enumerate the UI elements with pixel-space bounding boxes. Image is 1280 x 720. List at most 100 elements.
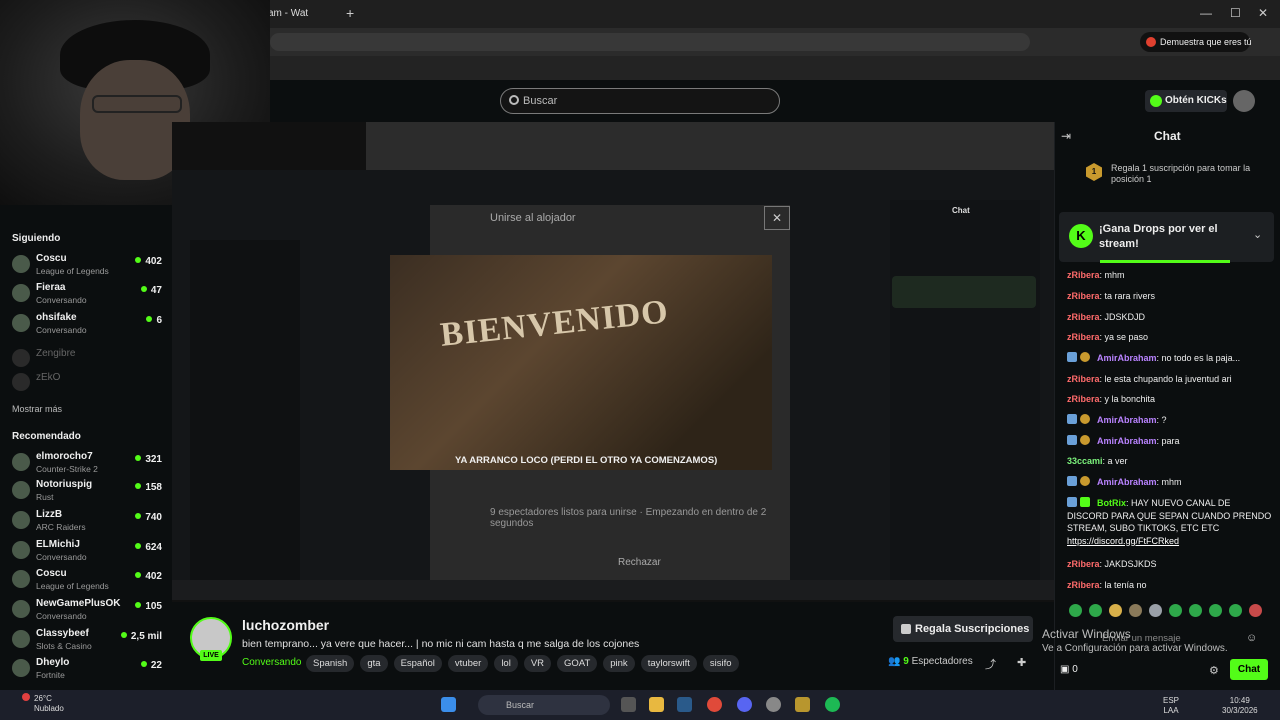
channel-name: ohsifake [36,312,77,323]
gift-subs-button[interactable]: Regala Suscripciones [893,616,1033,642]
share-icon[interactable]: ⤴ [985,656,996,672]
chat-message: zRibera: le esta chupando la juventud ar… [1067,374,1232,384]
new-tab-button[interactable]: + [346,5,354,21]
chat-message: AmirAbraham: no todo es la paja... [1067,352,1272,365]
spotify-icon[interactable] [825,697,840,712]
chat-message: zRibera: JDSKDJD [1067,312,1146,322]
viewer-count: 22 [140,660,162,671]
gift-icon [901,624,911,634]
emote-icon[interactable] [1169,604,1182,617]
emote-icon[interactable] [1109,604,1122,617]
live-dot-icon [146,316,153,322]
tag[interactable]: GOAT [557,655,598,672]
profile-button[interactable]: Demuestra que eres tú [1140,32,1252,52]
tag[interactable]: vtuber [447,655,489,672]
host-modal-close-button[interactable]: ✕ [764,206,790,230]
collapse-chat-icon[interactable]: ⇥ [1061,129,1071,143]
emote-icon[interactable] [1089,604,1102,617]
tag[interactable]: lol [494,655,518,672]
channel-points[interactable]: ▣ 0 [1060,664,1078,675]
taskbar-search[interactable]: Buscar [478,695,610,715]
tag[interactable]: VR [523,655,552,672]
avatar [12,349,30,367]
sidebar-item-fieraa[interactable]: Fieraa Conversando 47 [12,280,162,308]
file-explorer-icon[interactable] [649,697,664,712]
discord-icon[interactable] [737,697,752,712]
discord-link[interactable]: https://discord.gg/FtFCRked [1067,536,1179,546]
app-icon[interactable] [766,697,781,712]
live-dot-icon [135,483,142,489]
language-indicator[interactable]: ESP LAA [1163,696,1179,716]
video-nested-sidebar [190,240,300,580]
emote-icon[interactable] [1129,604,1142,617]
emote-icon[interactable] [1209,604,1222,617]
send-chat-button[interactable]: Chat [1230,659,1268,680]
emote-icon[interactable] [1189,604,1202,617]
minimize-button[interactable]: — [1200,6,1212,20]
search-input[interactable]: Buscar [500,88,780,114]
steam-icon[interactable] [677,697,692,712]
app-icon[interactable] [795,697,810,712]
emote-icon[interactable] [1069,604,1082,617]
clock[interactable]: 10:49 30/3/2026 [1222,696,1258,716]
emote-bar [1069,604,1262,617]
viewer-count: 402 [135,256,162,267]
windows-start-icon[interactable] [441,697,456,712]
get-kicks-button[interactable]: Obtén KICKs [1145,90,1227,112]
chat-message: zRibera: ta rara rivers [1067,291,1156,301]
sidebar-item-elmichij[interactable]: ELMichiJ Conversando 624 [12,537,162,565]
tag[interactable]: taylorswift [640,655,697,672]
sidebar-item-coscu[interactable]: Coscu League of Legends 402 [12,251,162,279]
tag[interactable]: Español [393,655,442,672]
windows-activation-subtitle: Ve a Configuración para activar Windows. [1042,643,1228,654]
sidebar-item-lizzb[interactable]: LizzB ARC Raiders 740 [12,507,162,535]
emote-icon[interactable] [1249,604,1262,617]
close-window-button[interactable]: ✕ [1258,6,1268,20]
tag[interactable]: pink [603,655,635,672]
chat-message: zRibera: ya se paso [1067,332,1149,342]
avatar [12,314,30,332]
channel-category: Conversando [36,611,87,621]
task-view-icon[interactable] [621,697,636,712]
maximize-button[interactable]: ☐ [1230,6,1241,20]
weather-widget[interactable]: 26°C Nublado [34,694,64,714]
avatar [12,511,30,529]
chat-message: zRibera: JAKDSJKDS [1067,559,1157,569]
host-modal-countdown: 9 espectadores listos para unirse · Empe… [490,507,767,529]
chevron-down-icon[interactable]: ⌄ [1253,228,1262,241]
show-more-link[interactable]: Mostrar más [12,404,62,414]
viewer-count: 740 [135,512,162,523]
address-bar[interactable] [270,33,1030,51]
sidebar-item-zeko[interactable]: zEkO [12,369,162,397]
streamer-name[interactable]: luchozomber [242,617,329,633]
sub-promo-text[interactable]: Regala 1 suscripción para tomar la posic… [1111,163,1261,185]
user-avatar[interactable] [1233,90,1255,112]
channel-name: Dheylo [36,657,70,668]
chat-message: zRibera: mhm [1067,270,1125,280]
tag[interactable]: sisifo [702,655,739,672]
avatar [12,541,30,559]
sidebar-item-notoriuspig[interactable]: Notoriuspig Rust 158 [12,477,162,505]
emote-icon[interactable] [1149,604,1162,617]
stream-category[interactable]: Conversando [242,657,301,668]
live-dot-icon [135,572,142,578]
sidebar-item-classybeef[interactable]: Classybeef Slots & Casino 2,5 mil [12,626,162,654]
tag[interactable]: Spanish [306,655,355,672]
profile-icon [1146,37,1156,47]
sidebar-item-newgameplusok[interactable]: NewGamePlusOK Conversando 105 [12,596,162,624]
chat-settings-gear-icon[interactable]: ⚙ [1209,664,1219,677]
channel-category: Conversando [36,295,87,305]
reject-button[interactable]: Rechazar [618,557,661,568]
browser-tab[interactable]: am - Wat [268,4,338,24]
user-badges-icon [1067,435,1097,445]
sidebar-item-dheylo[interactable]: Dheylo Fortnite 22 [12,655,162,683]
sidebar-item-coscu-rec[interactable]: Coscu League of Legends 402 [12,566,162,594]
emoji-picker-icon[interactable]: ☺ [1246,632,1257,644]
sidebar-item-ohsifake[interactable]: ohsifake Conversando 6 [12,310,162,338]
chrome-icon[interactable] [707,697,722,712]
tag[interactable]: gta [360,655,388,672]
follow-icon[interactable]: ✚ [1017,656,1026,669]
emote-icon[interactable] [1229,604,1242,617]
channel-name: Coscu [36,568,67,579]
sidebar-item-elmorocho7[interactable]: elmorocho7 Counter-Strike 2 321 [12,449,162,477]
